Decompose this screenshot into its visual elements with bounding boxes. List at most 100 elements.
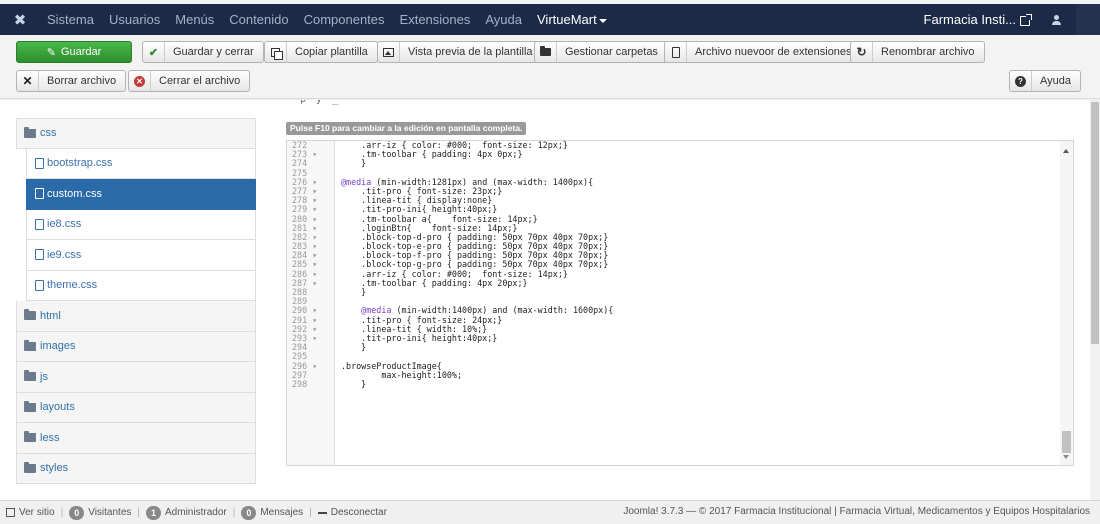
- tree-label: css: [40, 127, 57, 140]
- tree-label: bootstrap.css: [47, 157, 113, 170]
- close-file-button[interactable]: ✕ Cerrar el archivo: [128, 70, 251, 92]
- nav-menu-item[interactable]: Ayuda: [478, 4, 530, 35]
- nav-menu-item[interactable]: Componentes: [297, 4, 393, 35]
- new-file-label: Archivo nuevoor de extensiones: [695, 46, 852, 58]
- messages-status[interactable]: 0 Mensajes: [235, 505, 309, 520]
- tree-folder[interactable]: less: [16, 423, 256, 454]
- folder-icon: [24, 431, 36, 443]
- code-line: 288 }: [287, 287, 1061, 297]
- scroll-down-icon[interactable]: [1063, 455, 1069, 459]
- check-icon: ✔: [143, 42, 165, 62]
- tree-folder[interactable]: images: [16, 331, 256, 362]
- tree-label: ie9.css: [47, 248, 82, 261]
- nav-menu-item[interactable]: Extensiones: [393, 4, 479, 35]
- view-site-link[interactable]: Ver sitio: [0, 507, 61, 518]
- admin-status[interactable]: 1 Administrador: [140, 505, 233, 520]
- tree-label: images: [40, 340, 76, 353]
- scroll-up-icon[interactable]: [1063, 149, 1069, 153]
- messages-label: Mensajes: [260, 507, 304, 518]
- tree-folder[interactable]: js: [16, 362, 256, 393]
- copy-template-button[interactable]: Copiar plantilla: [264, 41, 378, 63]
- nav-menu-label: VirtueMart: [537, 12, 597, 27]
- help-button[interactable]: ? Ayuda: [1009, 70, 1081, 92]
- copy-template-label: Copiar plantilla: [295, 46, 368, 58]
- folder-icon: [535, 42, 557, 62]
- toolbar: ✎ Guardar ✔ Guardar y cerrar Copiar planti…: [0, 35, 1100, 99]
- tree-folder[interactable]: layouts: [16, 392, 256, 423]
- folder-icon: [24, 370, 36, 382]
- nav-menu-virtuemart[interactable]: VirtueMart: [530, 4, 615, 35]
- tree-folder[interactable]: html: [16, 301, 256, 332]
- tree-file[interactable]: ie8.css: [26, 209, 256, 240]
- fold-arrow-icon[interactable]: ▾: [307, 333, 317, 343]
- admin-badge: 1: [146, 505, 162, 520]
- line-text: }: [341, 378, 367, 389]
- tree-folder[interactable]: styles: [16, 453, 256, 484]
- external-link-icon: [6, 508, 15, 517]
- delete-file-label: Borrar archivo: [47, 75, 117, 87]
- image-icon: [378, 42, 400, 62]
- fold-arrow-icon[interactable]: ▾: [307, 278, 317, 288]
- file-tree: css bootstrap.css custom.css ie8.css ie9.css…: [16, 118, 256, 484]
- rename-file-button[interactable]: ↻ Renombrar archivo: [850, 41, 985, 63]
- code-line: 293 ▾ .tit-pro-ini{ height:40px;}: [287, 333, 1061, 343]
- code-line: 274 }: [287, 159, 1061, 168]
- close-file-label: Cerrar el archivo: [159, 75, 241, 87]
- copyright-text: Joomla! 3.7.3 — © 2017 Farmacia Instituc…: [623, 506, 1090, 517]
- nav-menu-item[interactable]: Sistema: [40, 4, 102, 35]
- tree-file[interactable]: ie9.css: [26, 240, 256, 271]
- line-text: }: [341, 158, 367, 169]
- new-file-button[interactable]: Archivo nuevoor de extensiones: [664, 41, 862, 63]
- help-label: Ayuda: [1040, 75, 1071, 87]
- code-editor[interactable]: 272 .arr-iz { color: #000; font-size: 12…: [286, 140, 1074, 466]
- edit-icon: ✎: [46, 46, 56, 59]
- user-icon: [1051, 14, 1061, 25]
- tree-file[interactable]: custom.css: [26, 179, 256, 210]
- save-close-label: Guardar y cerrar: [173, 46, 254, 58]
- file-icon: [35, 279, 44, 291]
- folder-icon: [24, 339, 36, 351]
- tree-folder[interactable]: css: [16, 118, 256, 149]
- save-close-button[interactable]: ✔ Guardar y cerrar: [142, 41, 264, 63]
- code-line: 287 ▾ .tm-toolbar { padding: 4px 20px;}: [287, 278, 1061, 288]
- copy-icon: [265, 42, 287, 62]
- editor-scrollbar[interactable]: [1060, 141, 1073, 465]
- main-menu: Sistema Usuarios Menús Contenido Componentes…: [40, 4, 615, 35]
- fold-arrow-icon[interactable]: ▾: [307, 149, 317, 159]
- folder-icon: [24, 461, 36, 473]
- close-icon: ✕: [17, 71, 39, 91]
- user-menu[interactable]: [1036, 4, 1076, 35]
- tree-file[interactable]: theme.css: [26, 270, 256, 301]
- nav-menu-item[interactable]: Usuarios: [102, 4, 168, 35]
- page-scrollbar[interactable]: [1090, 100, 1100, 500]
- logout-link[interactable]: Desconectar: [312, 507, 393, 518]
- refresh-icon: ↻: [851, 42, 873, 62]
- code-line: 297 max-height:100%;: [287, 370, 1061, 380]
- page-scroll-thumb[interactable]: [1091, 102, 1099, 344]
- tree-label: html: [40, 309, 61, 322]
- delete-file-button[interactable]: ✕ Borrar archivo: [16, 70, 127, 92]
- minus-icon: [317, 511, 327, 514]
- editor-scroll-thumb[interactable]: [1062, 431, 1071, 453]
- messages-badge: 0: [241, 505, 257, 520]
- nav-menu-item[interactable]: Contenido: [222, 4, 296, 35]
- visitors-badge: 0: [69, 505, 85, 520]
- nav-menu-item[interactable]: Menús: [168, 4, 222, 35]
- site-link[interactable]: Farmacia Insti...: [924, 12, 1036, 27]
- file-icon: [35, 188, 44, 200]
- main-area: p y _ css bootstrap.css custom.css ie8.css i…: [0, 100, 1090, 500]
- file-icon: [35, 249, 44, 261]
- preview-button[interactable]: Vista previa de la plantilla: [377, 41, 543, 63]
- joomla-logo-icon[interactable]: ✖: [0, 4, 40, 35]
- tree-file[interactable]: bootstrap.css: [26, 148, 256, 179]
- manage-folders-button[interactable]: Gestionar carpetas: [534, 41, 668, 63]
- external-link-icon: [1020, 13, 1032, 26]
- admin-navbar: ✖ Sistema Usuarios Menús Contenido Component…: [0, 4, 1100, 35]
- save-button[interactable]: ✎ Guardar: [16, 41, 132, 63]
- fold-arrow-icon[interactable]: ▾: [307, 361, 317, 371]
- fullscreen-hint: Pulse F10 para cambiar a la edición en p…: [286, 122, 527, 135]
- tree-label: styles: [40, 462, 69, 475]
- visitors-status[interactable]: 0 Visitantes: [63, 505, 137, 520]
- navbar-right: Farmacia Insti...: [924, 4, 1100, 35]
- navbar-spacer: [1076, 4, 1100, 35]
